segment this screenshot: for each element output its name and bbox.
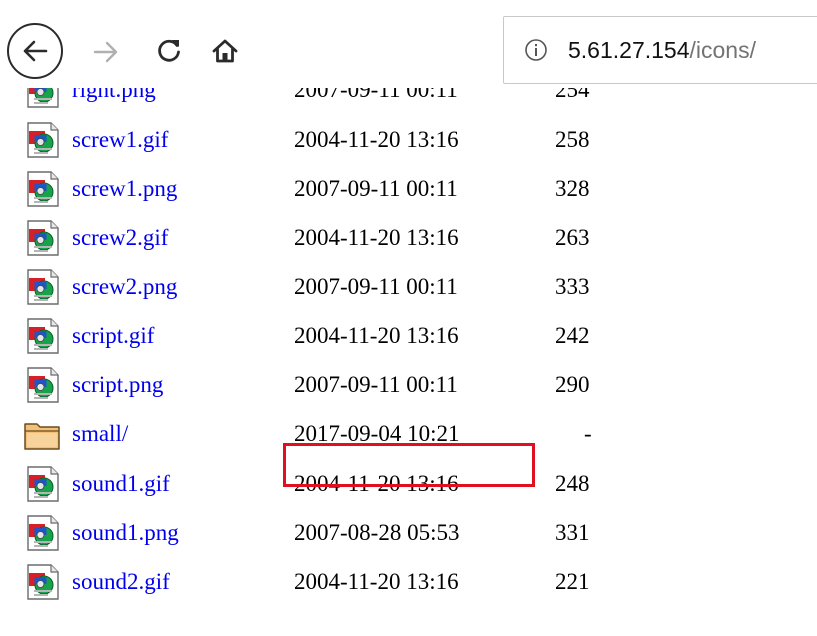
back-button[interactable] (7, 23, 63, 79)
file-link[interactable]: sound1.png (72, 517, 179, 549)
file-size: 221 (555, 569, 590, 594)
file-link[interactable]: script.gif (72, 320, 154, 352)
last-modified: 2007-09-11 00:11 (294, 176, 458, 201)
image-file-icon (27, 269, 59, 305)
highlight-box (283, 443, 535, 487)
url-host: 5.61.27.154 (568, 37, 690, 63)
forward-button[interactable] (86, 32, 126, 72)
file-size: 328 (555, 176, 590, 201)
last-modified: 2004-11-20 13:16 (294, 323, 459, 348)
browser-toolbar: 5.61.27.154/icons/ (0, 0, 817, 88)
file-row: screw2.png 2007-09-11 00:11 333 (0, 267, 817, 307)
file-size: - (584, 421, 592, 446)
image-file-icon (27, 367, 59, 403)
file-row: screw2.gif 2004-11-20 13:16 263 (0, 218, 817, 258)
url-text: 5.61.27.154/icons/ (568, 36, 756, 64)
folder-link[interactable]: small/ (72, 418, 128, 450)
image-file-icon (27, 318, 59, 354)
file-row: script.gif 2004-11-20 13:16 242 (0, 316, 817, 356)
image-file-icon (27, 564, 59, 600)
file-link[interactable]: screw2.png (72, 271, 177, 303)
reload-icon (158, 39, 180, 62)
last-modified: 2004-11-20 13:16 (294, 225, 459, 250)
file-link[interactable]: script.png (72, 369, 163, 401)
last-modified: 2004-11-20 13:16 (294, 127, 459, 152)
home-button[interactable] (204, 30, 246, 72)
file-size: 242 (555, 323, 590, 348)
info-icon[interactable] (524, 38, 548, 62)
file-row: sound1.png 2007-08-28 05:53 331 (0, 513, 817, 553)
file-link[interactable]: sound1.gif (72, 468, 170, 500)
last-modified: 2004-11-20 13:16 (294, 569, 459, 594)
home-icon (212, 39, 238, 63)
last-modified: 2007-08-28 05:53 (294, 520, 460, 545)
forward-arrow-icon (93, 41, 118, 63)
file-size: 290 (555, 372, 590, 397)
image-file-icon (27, 466, 59, 502)
file-size: 263 (555, 225, 590, 250)
reload-button[interactable] (148, 30, 190, 72)
image-file-icon (27, 171, 59, 207)
file-row: screw1.gif 2004-11-20 13:16 258 (0, 120, 817, 160)
image-file-icon (27, 220, 59, 256)
file-row: script.png 2007-09-11 00:11 290 (0, 365, 817, 405)
file-link[interactable]: screw2.gif (72, 222, 168, 254)
file-link[interactable]: screw1.png (72, 173, 177, 205)
last-modified: 2007-09-11 00:11 (294, 274, 458, 299)
last-modified: 2007-09-11 00:11 (294, 372, 458, 397)
file-link[interactable]: sound2.gif (72, 566, 170, 598)
file-size: 331 (555, 520, 590, 545)
image-file-icon (27, 515, 59, 551)
folder-icon (24, 423, 60, 450)
back-arrow-icon (23, 40, 48, 62)
address-bar[interactable]: 5.61.27.154/icons/ (503, 16, 817, 84)
file-row: sound2.gif 2004-11-20 13:16 221 (0, 562, 817, 602)
file-row: screw1.png 2007-09-11 00:11 328 (0, 169, 817, 209)
image-file-icon (27, 122, 59, 158)
url-path: /icons/ (689, 37, 756, 63)
file-size: 248 (555, 471, 590, 496)
file-link[interactable]: screw1.gif (72, 124, 168, 156)
file-size: 333 (555, 274, 590, 299)
file-size: 258 (555, 127, 590, 152)
